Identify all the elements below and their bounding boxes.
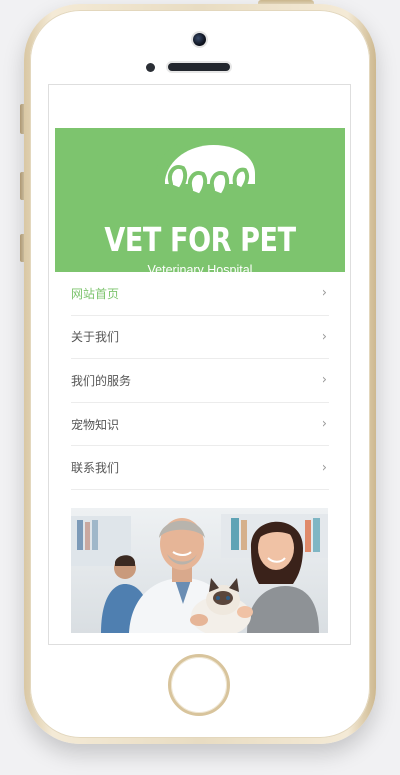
menu-item-pet-knowledge[interactable]: 宠物知识 › xyxy=(71,403,329,447)
nav-menu: 网站首页 › 关于我们 › 我们的服务 › 宠物知识 › 联系我们 › xyxy=(55,272,345,490)
menu-item-label: 联系我们 xyxy=(71,461,120,476)
proximity-sensor xyxy=(146,63,155,72)
chevron-right-icon: › xyxy=(321,372,327,388)
menu-item-contact[interactable]: 联系我们 › xyxy=(71,446,329,490)
home-button xyxy=(168,654,230,716)
paw-logo-icon xyxy=(154,134,264,196)
phone-screen: VET FOR PET Veterinary Hospital 网站首页 › 关… xyxy=(48,84,351,645)
menu-item-label: 网站首页 xyxy=(71,286,120,301)
header-area xyxy=(49,85,350,128)
chevron-right-icon: › xyxy=(321,416,327,432)
menu-item-services[interactable]: 我们的服务 › xyxy=(71,359,329,403)
veterinarians-with-cat-photo xyxy=(71,508,328,633)
chevron-right-icon: › xyxy=(321,285,327,301)
menu-item-label: 宠物知识 xyxy=(71,417,120,432)
front-camera xyxy=(193,33,206,46)
brand-banner: VET FOR PET Veterinary Hospital xyxy=(55,128,345,277)
menu-item-about[interactable]: 关于我们 › xyxy=(71,316,329,360)
menu-item-home[interactable]: 网站首页 › xyxy=(71,272,329,316)
brand-title: VET FOR PET xyxy=(104,220,296,259)
menu-item-label: 关于我们 xyxy=(71,330,120,345)
chevron-right-icon: › xyxy=(321,460,327,476)
chevron-right-icon: › xyxy=(321,329,327,345)
menu-item-label: 我们的服务 xyxy=(71,373,132,388)
earpiece-speaker xyxy=(168,63,230,71)
